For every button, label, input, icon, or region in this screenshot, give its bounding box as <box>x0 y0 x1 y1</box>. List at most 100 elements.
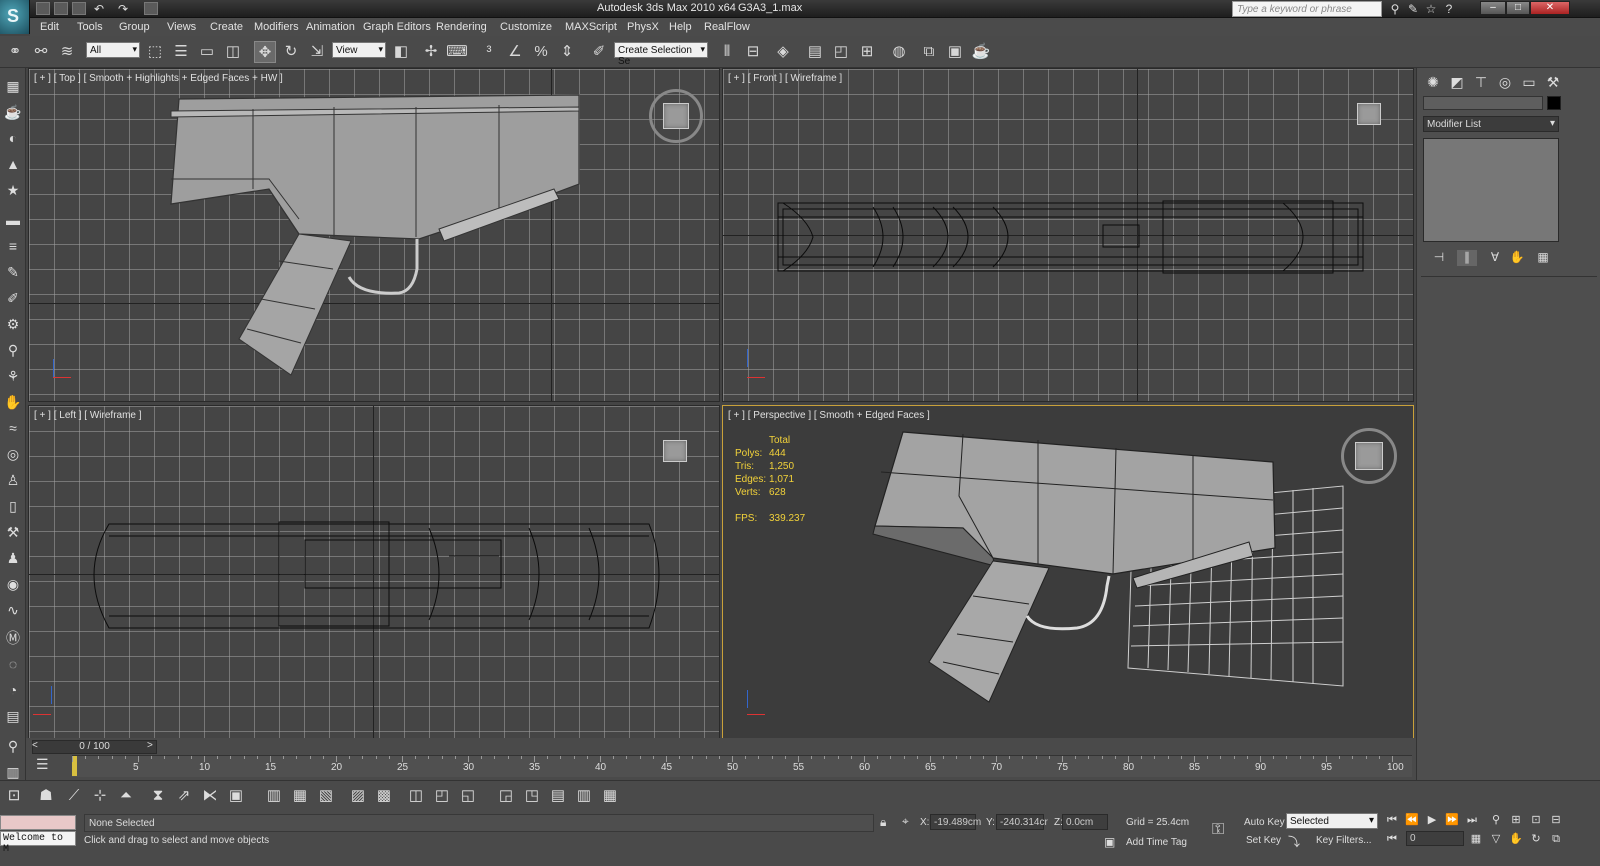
orbit-icon[interactable]: ◔ <box>3 680 23 700</box>
x-coordinate-field[interactable]: -19.489cm <box>930 814 981 830</box>
unlink-icon[interactable]: ⚯ <box>30 41 52 63</box>
viewport-top[interactable]: [ + ] [ Top ] [ Smooth + Highlights + Ed… <box>28 68 720 402</box>
binoculars-icon[interactable]: ⚲ <box>1388 2 1402 16</box>
pen-icon[interactable]: ✎ <box>3 262 23 282</box>
keyboard-shortcut-icon[interactable]: ⌨ <box>446 41 468 63</box>
window-crossing-icon[interactable]: ◫ <box>222 41 244 63</box>
sphere-icon[interactable]: ◐ <box>3 128 23 148</box>
select-object-icon[interactable]: ⬚ <box>144 41 166 63</box>
key-mode-toggle-icon[interactable]: ⏮ <box>1384 831 1400 847</box>
menu-create[interactable]: Create <box>210 21 243 33</box>
time-configuration-icon[interactable]: ▦ <box>1468 831 1484 847</box>
layer-2-icon[interactable]: ▦ <box>288 784 312 808</box>
goto-end-icon[interactable]: ⏭ <box>1464 812 1480 828</box>
selection-filter-dropdown[interactable]: All <box>86 42 140 58</box>
z-coordinate-field[interactable]: 0.0cm <box>1062 814 1108 830</box>
render-production-icon[interactable]: ☕ <box>970 41 992 63</box>
zoom-icon[interactable]: ⚲ <box>1488 812 1504 828</box>
viewport-perspective[interactable]: [ + ] [ Perspective ] [ Smooth + Edged F… <box>722 405 1414 739</box>
zoom-extents-icon[interactable]: ⊡ <box>1528 812 1544 828</box>
ruler-tool-icon[interactable]: ⟋ <box>62 784 86 808</box>
select-move-icon[interactable]: ✥ <box>254 41 276 63</box>
layer-12-icon[interactable]: ▥ <box>572 784 596 808</box>
snaps-toggle-icon[interactable]: ³ <box>478 41 500 63</box>
remove-modifier-icon[interactable]: ✋ <box>1507 250 1527 266</box>
help-icon[interactable]: ? <box>1442 2 1456 16</box>
menu-modifiers[interactable]: Modifiers <box>254 21 299 33</box>
modify-tab-icon[interactable]: ◩ <box>1447 72 1467 92</box>
menu-customize[interactable]: Customize <box>500 21 552 33</box>
prev-frame-icon[interactable]: ⏪ <box>1404 812 1420 828</box>
display-tab-icon[interactable]: ▭ <box>1519 72 1539 92</box>
key-mode-dropdown[interactable]: Selected <box>1286 813 1378 829</box>
person-icon[interactable]: ♙ <box>3 470 23 490</box>
material-editor-icon[interactable]: ◍ <box>888 41 910 63</box>
pin-stack-icon[interactable]: ⊣ <box>1429 250 1449 266</box>
render-icon[interactable]: ☗ <box>34 784 58 808</box>
menu-animation[interactable]: Animation <box>306 21 355 33</box>
menu-group[interactable]: Group <box>119 21 150 33</box>
menu-tools[interactable]: Tools <box>77 21 103 33</box>
modifier-list-dropdown[interactable]: Modifier List <box>1423 116 1559 132</box>
selection-icon[interactable]: ⊡ <box>2 784 26 808</box>
menu-maxscript[interactable]: MAXScript <box>565 21 617 33</box>
goto-start-icon[interactable]: ⏮ <box>1384 812 1400 828</box>
maxscript-listener-pink[interactable] <box>0 815 76 830</box>
pivot-center-icon[interactable]: ◧ <box>390 41 412 63</box>
layer-10-icon[interactable]: ◳ <box>520 784 544 808</box>
lock-selection-icon[interactable]: 🔒︎ <box>880 815 886 830</box>
object-color-swatch[interactable] <box>1547 96 1561 110</box>
xform-icon[interactable]: ⊹ <box>88 784 112 808</box>
maximize-viewport-icon[interactable]: ⧉ <box>1548 831 1564 847</box>
bend-icon[interactable]: ⧔ <box>198 784 222 808</box>
rectangular-selection-icon[interactable]: ▭ <box>196 41 218 63</box>
layer-4-icon[interactable]: ▨ <box>346 784 370 808</box>
edit-named-selection-icon[interactable]: ✐ <box>588 41 610 63</box>
select-manipulate-icon[interactable]: ✢ <box>420 41 442 63</box>
layer-7-icon[interactable]: ◰ <box>430 784 454 808</box>
menu-views[interactable]: Views <box>167 21 196 33</box>
orbit-view-icon[interactable]: ↻ <box>1528 831 1544 847</box>
morph-icon[interactable]: ⇗ <box>172 784 196 808</box>
align-icon[interactable]: ⊟ <box>742 41 764 63</box>
make-unique-icon[interactable]: ∀ <box>1485 250 1505 266</box>
skin-icon[interactable]: ⧗ <box>146 784 170 808</box>
figure-icon[interactable]: ♟ <box>3 548 23 568</box>
wrench-icon[interactable]: ⚒ <box>3 522 23 542</box>
spinner-snap-icon[interactable]: ⇕ <box>556 41 578 63</box>
minimize-button[interactable]: – <box>1480 1 1506 15</box>
named-selection-dropdown[interactable]: Create Selection Se <box>614 42 708 67</box>
zoom-extents-all-icon[interactable]: ⊟ <box>1548 812 1564 828</box>
star-icon[interactable]: ☆ <box>1424 2 1438 16</box>
open-file-icon[interactable] <box>54 2 68 15</box>
time-prev-icon[interactable]: < <box>32 740 42 754</box>
percent-snap-icon[interactable]: % <box>530 41 552 63</box>
bind-space-warp-icon[interactable]: ≋ <box>56 41 78 63</box>
layer-9-icon[interactable]: ◲ <box>494 784 518 808</box>
layer-manager-icon[interactable]: ◈ <box>772 41 794 63</box>
viewport-left[interactable]: [ + ] [ Left ] [ Wireframe ] <box>28 405 720 739</box>
viewport-front[interactable]: [ + ] [ Front ] [ Wireframe ] <box>722 68 1414 402</box>
object-name-field[interactable] <box>1423 96 1543 110</box>
gear-icon[interactable]: ⚙ <box>3 314 23 334</box>
layer-13-icon[interactable]: ▦ <box>598 784 622 808</box>
next-frame-icon[interactable]: ⏩ <box>1444 812 1460 828</box>
wave-icon[interactable]: ≈ <box>3 418 23 438</box>
hand-icon[interactable]: ✋ <box>3 392 23 412</box>
lamp-icon[interactable]: ⚘ <box>3 366 23 386</box>
tools-icon[interactable]: ✎ <box>1406 2 1420 16</box>
panel-icon[interactable]: ▤ <box>3 706 23 726</box>
layer-3-icon[interactable]: ▧ <box>314 784 338 808</box>
undo-icon[interactable]: ↶ <box>92 2 106 16</box>
show-end-result-icon[interactable]: ∥ <box>1457 250 1477 266</box>
stack-icon[interactable]: ≡ <box>3 236 23 256</box>
editable-poly-icon[interactable]: ▬ <box>3 210 23 230</box>
render-setup-icon[interactable]: ⧉ <box>918 41 940 63</box>
select-scale-icon[interactable]: ⇲ <box>306 41 328 63</box>
new-file-icon[interactable] <box>36 2 50 15</box>
absolute-mode-icon[interactable]: ⌖ <box>902 814 909 829</box>
set-key-icon[interactable]: ⤵ <box>1288 833 1300 850</box>
track-bar-menu-icon[interactable]: ☰ <box>36 756 58 776</box>
reference-coordinate-dropdown[interactable]: View <box>332 42 386 58</box>
star-shape-icon[interactable]: ★ <box>3 180 23 200</box>
